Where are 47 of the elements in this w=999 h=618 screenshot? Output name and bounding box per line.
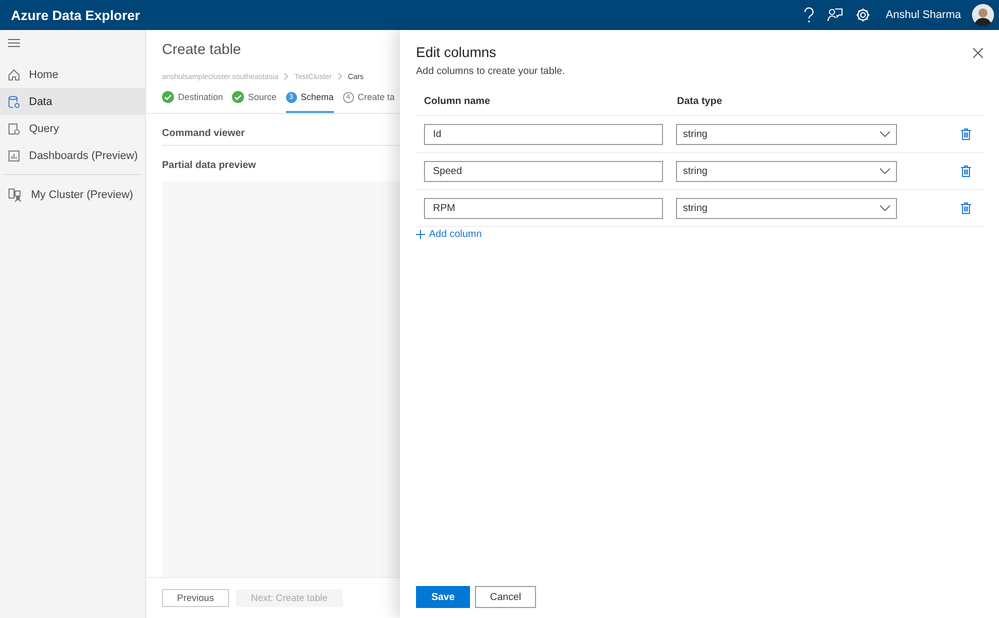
data-type-dropdown[interactable]: string — [676, 198, 897, 218]
add-column-link[interactable]: Add column — [416, 227, 985, 240]
help-icon[interactable] — [802, 7, 815, 23]
chart-icon — [8, 150, 20, 162]
avatar-icon[interactable] — [972, 4, 994, 26]
nav-item[interactable]: Dashboards (Preview) — [0, 142, 145, 169]
step-tab[interactable]: Destination — [162, 91, 224, 113]
plus-icon — [416, 230, 425, 239]
panel-button[interactable]: Save — [416, 586, 470, 608]
settings-icon[interactable] — [854, 7, 871, 23]
chevron-icon — [284, 73, 288, 80]
column-name-field[interactable]: Speed — [424, 160, 663, 182]
column-name-field[interactable]: RPM — [424, 198, 663, 218]
chevron-down-icon — [880, 168, 890, 174]
step-tab[interactable]: Source — [232, 91, 277, 113]
panel-button[interactable]: Cancel — [475, 586, 536, 608]
app-title: Azure Data Explorer — [11, 8, 140, 22]
section-heading: Partial data preview — [162, 159, 257, 173]
data-type-dropdown[interactable]: string — [676, 160, 897, 182]
menu-icon[interactable] — [8, 39, 20, 47]
database-icon — [8, 96, 20, 108]
column-name-field[interactable]: Id — [424, 124, 663, 144]
cluster-icon — [8, 188, 22, 202]
wizard-button[interactable]: Previous — [162, 589, 229, 607]
chevron-down-icon — [880, 131, 890, 137]
document-icon — [8, 122, 20, 134]
close-icon[interactable] — [973, 48, 983, 58]
chevron-down-icon — [880, 205, 890, 211]
column-header: Data type — [677, 96, 722, 107]
feedback-icon[interactable] — [826, 7, 843, 23]
home-icon — [8, 68, 20, 80]
user-name[interactable]: Anshul Sharma — [886, 9, 961, 21]
data-type-dropdown[interactable]: string — [676, 124, 897, 144]
delete-icon[interactable] — [961, 128, 971, 140]
panel-subtitle: Add columns to create your table. — [416, 66, 565, 77]
chevron-icon — [338, 73, 342, 80]
nav-item[interactable]: Query — [0, 115, 145, 142]
page-title: Create table — [162, 42, 242, 58]
nav-item[interactable]: My Cluster (Preview) — [0, 181, 145, 208]
panel-title: Edit columns — [416, 44, 498, 60]
check-icon — [162, 91, 174, 103]
nav-item[interactable]: Data — [0, 88, 145, 115]
nav-item[interactable]: Home — [0, 61, 145, 88]
column-header: Column name — [424, 96, 492, 107]
delete-icon[interactable] — [961, 202, 971, 214]
delete-icon[interactable] — [961, 165, 971, 177]
check-icon — [232, 91, 244, 103]
